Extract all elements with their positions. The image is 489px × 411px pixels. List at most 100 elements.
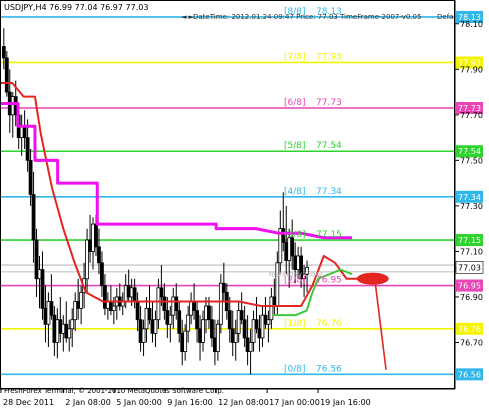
candle-body-41 [123,285,128,302]
indicator-info-text: DateTime: 2012.01.24 09:47 Price: 77.03 … [193,13,421,21]
candle-body-87 [260,314,265,339]
candle-body-62 [186,314,191,332]
symbol-ohlc-text: USDJPY,H4 76.99 77.04 76.97 77.03 [4,3,148,12]
price-tick-label-5: 77.10 [460,247,483,256]
candle-body-82 [245,337,250,352]
candle-body-67 [201,319,205,343]
candle-body-98 [293,255,298,271]
candle-body-50 [150,319,155,334]
murrey-axis-text-5: 77.15 [458,236,481,245]
candle-body-58 [174,296,179,311]
candle-body-79 [236,310,241,334]
candle-body-55 [165,310,170,325]
yesterday-close-label: Yesterday Close [267,270,323,278]
candle-body-46 [138,319,143,343]
candle-body-68 [204,305,208,321]
candle-body-26 [79,291,84,309]
candle-body-57 [171,296,176,316]
candle-body-9 [28,159,33,195]
candle-body-70 [210,319,214,339]
candle-body-30 [91,223,95,252]
candle-body-90 [269,296,274,321]
murrey-axis-text-4: 77.34 [458,193,481,202]
candle-body-86 [257,328,262,339]
current-price-label: 77.03 [458,263,481,272]
candle-body-72 [215,323,220,352]
price-axis: 78.1377.9377.7377.5477.3477.1576.9576.76… [455,10,484,381]
price-tick-label-2: 77.70 [460,111,483,120]
candle-body-65 [195,310,199,330]
murrey-axis-text-8: 76.56 [458,370,481,379]
candle-body-1 [4,57,9,93]
murrey-axis-text-6: 76.95 [458,282,481,291]
candle-body-64 [192,301,196,311]
candle-body-96 [287,237,292,261]
time-tick-label-1: 2 Jan 08:00 [65,398,111,407]
candle-body-14 [43,307,48,325]
candle-body-11 [34,239,39,280]
candle-body-81 [242,319,247,339]
time-tick-label-3: 9 Jan 16:00 [167,398,213,407]
murrey-label-4: [4/8] [284,187,306,197]
candle-body-99 [296,255,301,271]
candle-body-7 [22,125,27,138]
murrey-axis-text-7: 76.76 [458,325,481,334]
price-tick-label-3: 77.50 [460,156,483,165]
candle-body-21 [64,323,69,339]
candle-body-92 [275,262,280,307]
murrey-value-1: 77.93 [316,52,342,62]
copyright-text: FreshForex Terminal, © 2001-2010 MetaQuo… [4,387,224,395]
candle-body-12 [37,269,42,280]
chart-background [0,0,489,411]
candle-body-69 [207,305,211,321]
candle-body-31 [94,223,98,248]
candle-body-19 [58,319,63,334]
candle-body-54 [162,296,167,311]
candle-body-51 [153,319,158,334]
candle-body-52 [156,287,161,321]
murrey-label-5: [3/8] [284,230,306,240]
candle-body-63 [189,301,194,316]
murrey-value-2: 77.73 [316,98,342,108]
candle-body-95 [284,241,289,261]
murrey-value-7: 76.76 [316,319,342,329]
candle-body-0 [1,46,6,59]
candle-body-35 [105,301,110,309]
murrey-value-8: 76.56 [316,364,342,374]
price-chart: [8/8] 78.13[7/8] 77.93[6/8] 77.73[5/8] 77.54… [0,0,489,411]
candle-body-56 [168,314,173,325]
candle-body-89 [266,319,271,325]
candle-body-29 [88,239,92,252]
candle-body-47 [141,328,146,343]
candle-body-43 [129,287,134,298]
candle-body-53 [159,287,164,298]
price-tick-label-6: 76.90 [460,293,483,302]
time-tick-label-2: 5 Jan 00:00 [116,398,162,407]
candle-body-84 [251,319,256,343]
murrey-label-2: [6/8] [284,98,306,108]
time-tick-label-6: 19 Jan 16:00 [320,398,371,407]
murrey-label-8: [0/8] [284,364,306,374]
murrey-value-5: 77.15 [316,230,342,240]
candle-body-49 [147,307,152,321]
candle-body-36 [108,301,113,311]
candle-body-17 [52,314,57,343]
murrey-value-4: 77.34 [316,187,342,197]
candle-body-32 [97,246,101,264]
time-tick-label-4: 12 Jan 08:00 [218,398,269,407]
candle-body-71 [213,337,217,352]
candle-body-37 [111,305,116,311]
candle-body-25 [76,301,81,309]
candle-body-73 [218,282,223,325]
candle-body-76 [227,310,232,330]
candle-body-61 [183,330,188,352]
candle-body-8 [25,137,30,161]
candle-body-18 [55,319,60,343]
candle-body-45 [135,301,140,321]
candle-body-6 [19,125,24,138]
candle-body-33 [100,262,104,286]
time-tick-label-5: 17 Jan 00:00 [269,398,320,407]
time-tick-label-0: 28 Dec 2011 [3,398,54,407]
candle-body-48 [144,307,149,330]
price-tick-label-4: 77.30 [460,202,483,211]
